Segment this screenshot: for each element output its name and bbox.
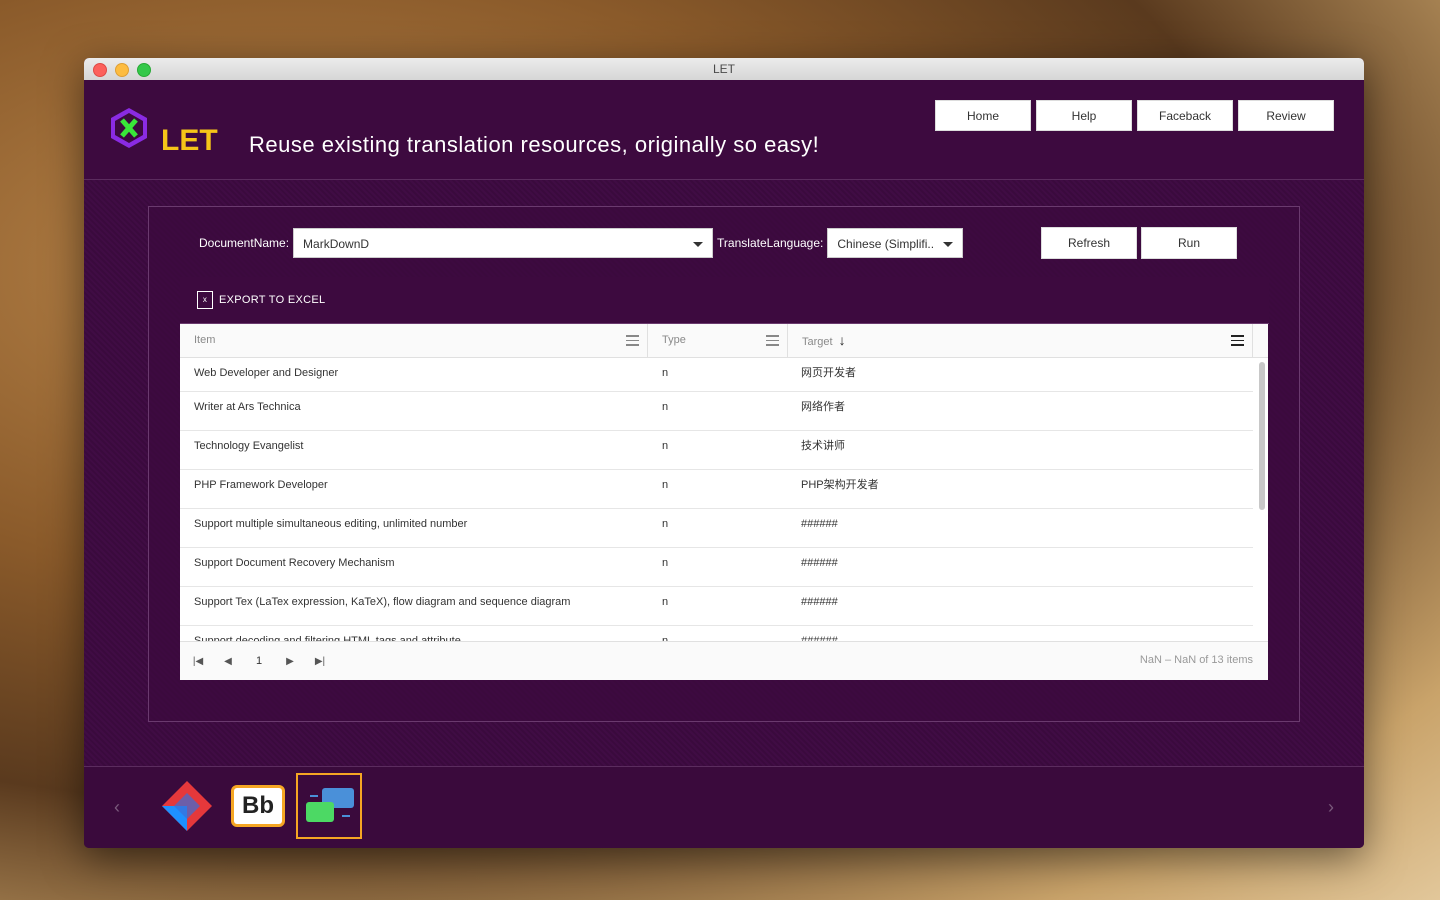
column-menu-icon[interactable] [626, 335, 639, 346]
column-menu-icon[interactable] [766, 335, 779, 346]
cell-item: PHP Framework Developer [194, 479, 328, 491]
export-to-excel-button[interactable]: x EXPORT TO EXCEL [197, 291, 325, 309]
cell-item: Support Tex (LaTex expression, KaTeX), f… [194, 596, 571, 608]
app-window: LET LET Reuse existing translation resou… [84, 58, 1364, 848]
bb-app-icon[interactable]: Bb [225, 773, 291, 839]
main-area: DocumentName: MarkDownD TranslateLanguag… [84, 180, 1364, 766]
diamond-app-icon[interactable] [154, 773, 220, 839]
logo-text: LET [161, 124, 218, 157]
table-row[interactable]: Support Tex (LaTex expression, KaTeX), f… [180, 587, 1253, 626]
let-app-icon[interactable] [296, 773, 362, 839]
data-grid: Item Type Target ↓ Web Developer and Des… [180, 324, 1268, 680]
cell-target: 技术讲师 [801, 440, 845, 452]
cell-type: n [662, 557, 669, 569]
table-row[interactable]: Support multiple simultaneous editing, u… [180, 509, 1253, 548]
grid-rows: Web Developer and Designer n 网页开发者 Write… [180, 358, 1268, 641]
sort-descending-icon: ↓ [838, 332, 846, 348]
app-dock: ‹ Bb › [84, 766, 1364, 848]
dock-previous-icon[interactable]: ‹ [114, 797, 120, 818]
cell-item: Technology Evangelist [194, 440, 304, 452]
cell-target: ###### [801, 635, 838, 641]
table-row[interactable]: PHP Framework Developer n PHP架构开发者 [180, 470, 1253, 509]
nav-buttons: Home Help Faceback Review [935, 100, 1334, 131]
cell-target: 网络作者 [801, 401, 845, 413]
cell-type: n [662, 440, 669, 452]
cell-type: n [662, 401, 669, 413]
column-header-label: Target [802, 336, 833, 348]
app-header: LET Reuse existing translation resources… [84, 80, 1364, 180]
window-title: LET [712, 62, 735, 76]
cell-type: n [662, 518, 669, 530]
table-row[interactable]: Support Document Recovery Mechanism n ##… [180, 548, 1253, 587]
close-window-button[interactable] [93, 63, 107, 77]
document-name-select[interactable]: MarkDownD [293, 228, 714, 258]
column-header-target[interactable]: Target ↓ [788, 324, 1253, 357]
pager-info: NaN – NaN of 13 items [1139, 654, 1253, 666]
let-logo-icon [111, 108, 147, 148]
previous-page-icon[interactable]: ◀ [213, 656, 243, 667]
first-page-icon[interactable]: |◀ [183, 656, 213, 667]
maximize-window-button[interactable] [137, 63, 151, 77]
review-button[interactable]: Review [1238, 100, 1334, 131]
table-row[interactable]: Technology Evangelist n 技术讲师 [180, 431, 1253, 470]
filter-form: DocumentName: MarkDownD TranslateLanguag… [199, 227, 964, 259]
faceback-button[interactable]: Faceback [1137, 100, 1233, 131]
export-label: EXPORT TO EXCEL [219, 294, 326, 306]
cell-item: Support multiple simultaneous editing, u… [194, 518, 468, 530]
cell-target: ###### [801, 557, 838, 569]
chevron-down-icon [943, 242, 954, 247]
vertical-scrollbar[interactable] [1259, 362, 1265, 632]
document-name-value: MarkDownD [303, 237, 370, 251]
action-buttons: Refresh Run [1041, 227, 1237, 259]
current-page-number[interactable]: 1 [243, 655, 275, 667]
cell-type: n [662, 635, 669, 641]
tagline: Reuse existing translation resources, or… [249, 132, 820, 157]
scrollbar-thumb[interactable] [1259, 362, 1265, 510]
run-button[interactable]: Run [1141, 227, 1237, 259]
grid-header: Item Type Target ↓ [180, 324, 1268, 358]
cell-item: Support Document Recovery Mechanism [194, 557, 395, 569]
home-button[interactable]: Home [935, 100, 1031, 131]
table-row[interactable]: Writer at Ars Technica n 网络作者 [180, 392, 1253, 431]
cell-type: n [662, 479, 669, 491]
cell-item: Support decoding and filtering HTML tags… [194, 635, 461, 641]
bb-app-label: Bb [231, 785, 285, 827]
cell-item: Writer at Ars Technica [194, 401, 301, 413]
column-menu-icon[interactable] [1231, 335, 1244, 346]
cell-type: n [662, 596, 669, 608]
cell-type: n [662, 367, 669, 379]
translate-language-select[interactable]: Chinese (Simplifi.. [827, 228, 964, 258]
diamond-app-graphic [162, 781, 212, 831]
table-row[interactable]: Support decoding and filtering HTML tags… [180, 626, 1253, 641]
table-row[interactable]: Web Developer and Designer n 网页开发者 [180, 358, 1253, 392]
last-page-icon[interactable]: ▶| [305, 656, 335, 667]
let-app-graphic [306, 788, 354, 822]
column-header-type[interactable]: Type [648, 324, 788, 357]
chevron-down-icon [693, 242, 704, 247]
cell-target: ###### [801, 596, 838, 608]
minimize-window-button[interactable] [115, 63, 129, 77]
translate-language-label: TranslateLanguage: [717, 236, 824, 250]
cell-target: 网页开发者 [801, 367, 856, 379]
title-bar: LET [84, 58, 1364, 81]
dock-next-icon[interactable]: › [1328, 797, 1334, 818]
grid-pager: |◀ ◀ 1 ▶ ▶| NaN – NaN of 13 items [180, 641, 1268, 680]
column-header-item[interactable]: Item [180, 324, 648, 357]
main-panel: DocumentName: MarkDownD TranslateLanguag… [148, 206, 1300, 722]
help-button[interactable]: Help [1036, 100, 1132, 131]
column-header-label: Type [662, 334, 686, 346]
column-header-label: Item [194, 334, 216, 346]
grid-toolbar: x EXPORT TO EXCEL [180, 277, 1269, 324]
next-page-icon[interactable]: ▶ [275, 656, 305, 667]
document-name-label: DocumentName: [199, 236, 290, 250]
translate-language-value: Chinese (Simplifi.. [837, 237, 935, 251]
refresh-button[interactable]: Refresh [1041, 227, 1137, 259]
cell-target: PHP架构开发者 [801, 479, 879, 491]
excel-icon: x [197, 291, 213, 309]
cell-target: ###### [801, 518, 838, 530]
cell-item: Web Developer and Designer [194, 367, 339, 379]
